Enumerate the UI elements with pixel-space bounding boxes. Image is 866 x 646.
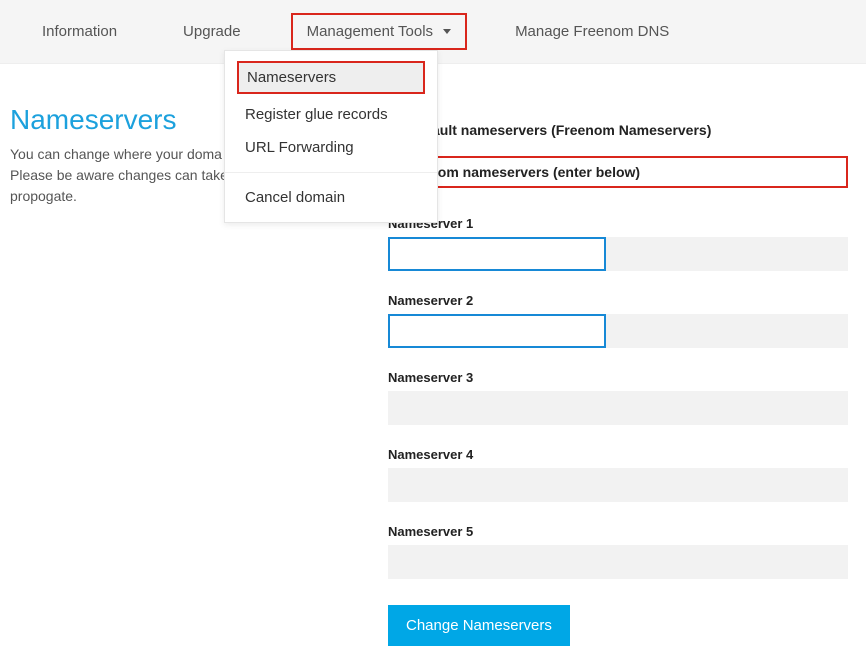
management-tools-dropdown: Nameservers Register glue records URL Fo… [224, 50, 438, 223]
label-ns4: Nameserver 4 [388, 447, 848, 462]
row-ns2 [388, 314, 848, 348]
input-ns1[interactable] [388, 237, 606, 271]
option-default-label: default nameservers (Freenom Nameservers… [411, 122, 711, 138]
nav-manage-dns[interactable]: Manage Freenom DNS [497, 13, 687, 50]
chevron-down-icon [443, 29, 451, 34]
label-ns3: Nameserver 3 [388, 370, 848, 385]
label-ns2: Nameserver 2 [388, 293, 848, 308]
label-ns1: Nameserver 1 [388, 216, 848, 231]
input-ns5[interactable] [388, 545, 848, 579]
row-ns1 [388, 237, 848, 271]
input-ns2[interactable] [388, 314, 606, 348]
option-custom-nameservers[interactable]: custom nameservers (enter below) [384, 156, 848, 188]
nav-management-tools[interactable]: Management Tools [291, 13, 467, 50]
dropdown-separator [225, 172, 437, 173]
nav-management-tools-label: Management Tools [307, 23, 433, 40]
option-default-nameservers[interactable]: default nameservers (Freenom Nameservers… [388, 122, 848, 138]
dropdown-item-url-forwarding[interactable]: URL Forwarding [225, 131, 437, 164]
nav-upgrade[interactable]: Upgrade [165, 13, 259, 50]
nav-information[interactable]: Information [24, 13, 135, 50]
dropdown-item-glue[interactable]: Register glue records [225, 98, 437, 131]
nameserver-form: default nameservers (Freenom Nameservers… [388, 122, 848, 646]
label-ns5: Nameserver 5 [388, 524, 848, 539]
option-custom-label: custom nameservers (enter below) [409, 164, 640, 180]
nameserver-fields: Nameserver 1 Nameserver 2 Nameserver 3 N… [388, 216, 848, 646]
input-ns4[interactable] [388, 468, 848, 502]
dropdown-item-cancel-domain[interactable]: Cancel domain [225, 181, 437, 220]
change-nameservers-button[interactable]: Change Nameservers [388, 605, 570, 646]
input-ns3[interactable] [388, 391, 848, 425]
dropdown-item-nameservers[interactable]: Nameservers [237, 61, 425, 94]
